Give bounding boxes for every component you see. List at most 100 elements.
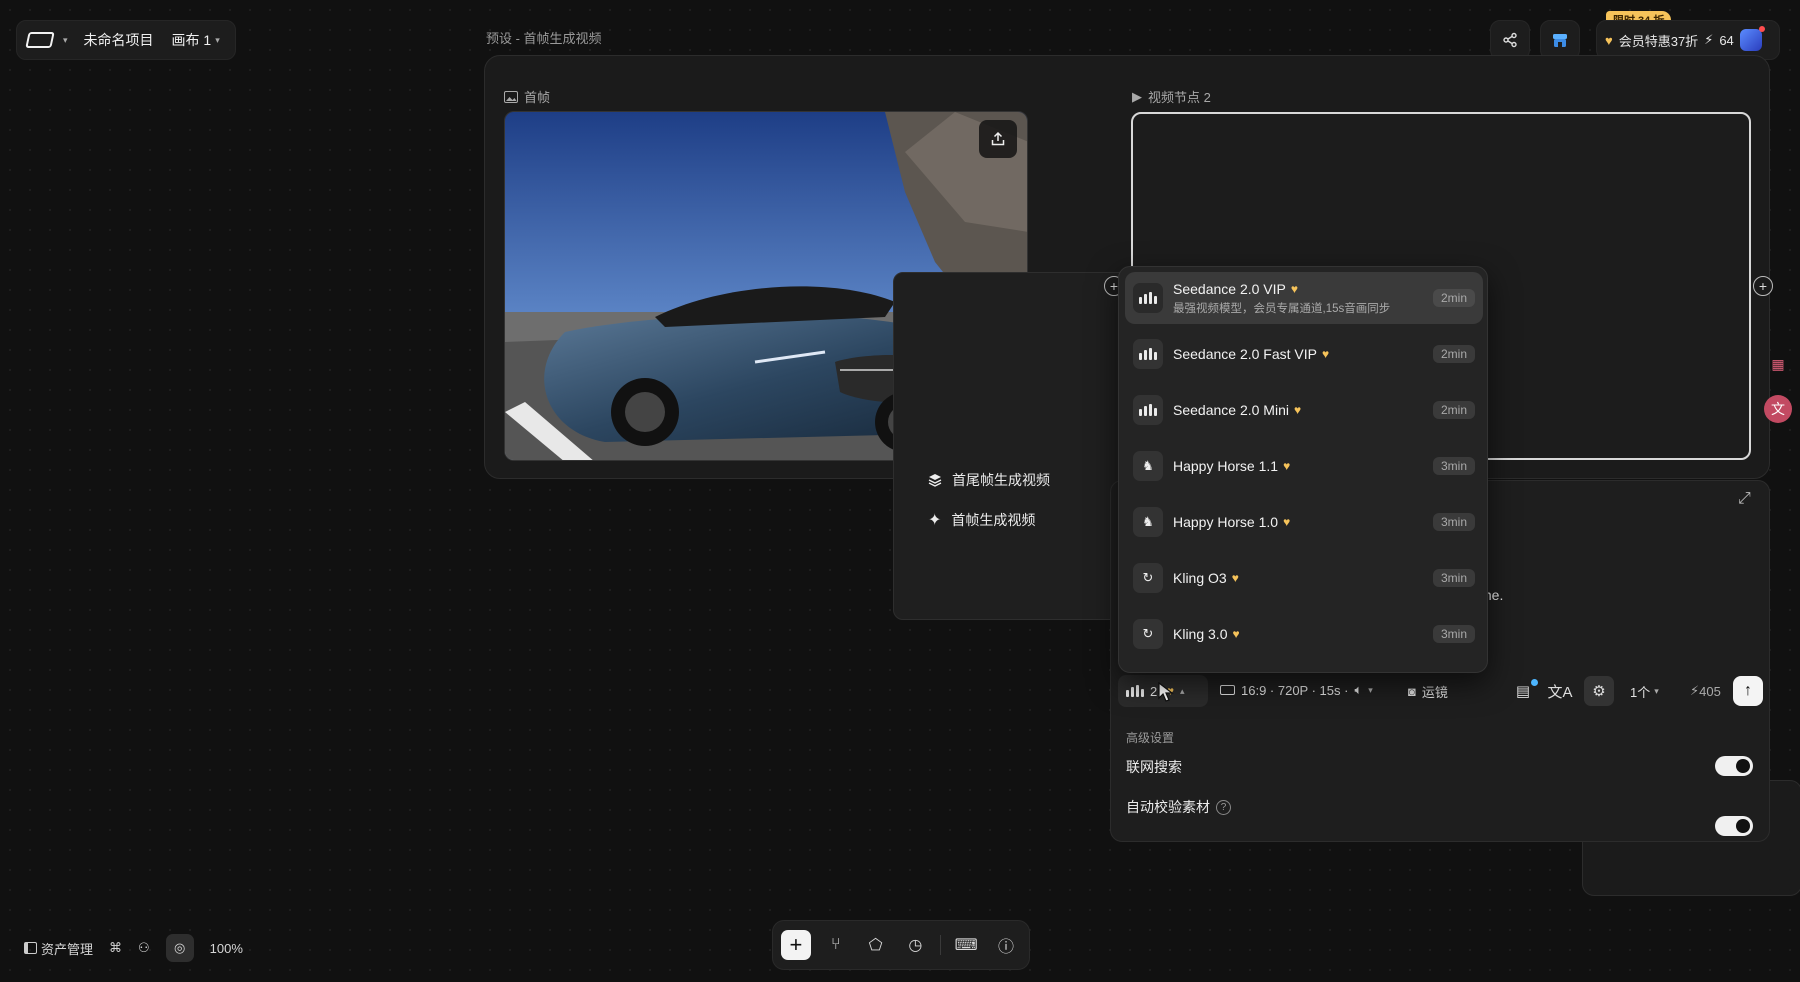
cost-indicator: ⚡ 405 — [1690, 676, 1721, 706]
model-option[interactable]: Seedance 2.0 Fast VIP ♥ 2min — [1125, 329, 1483, 379]
sliders-icon: ⚙︎ — [1592, 683, 1606, 700]
vip-heart-icon: ♥ — [1283, 515, 1291, 529]
share-button[interactable] — [1490, 20, 1530, 60]
store-button[interactable] — [1540, 20, 1580, 60]
model-option[interactable]: ♞ Happy Horse 1.0 ♥ 3min — [1125, 497, 1483, 547]
clock-icon: ◷ — [908, 937, 923, 954]
model-name: Seedance 2.0 Fast VIP — [1173, 346, 1317, 362]
bars-icon — [1133, 395, 1163, 425]
model-option[interactable]: ♞ Happy Horse 1.1 ♥ 3min — [1125, 441, 1483, 491]
bottom-dock: + ⑂ ⬠ ◷ ⌨ ⓘ — [772, 920, 1030, 970]
bottom-left-bar: 资产管理 ⌘ ⚇ ◎ 100% — [24, 934, 243, 962]
chevron-down-icon: ▾ — [1368, 684, 1373, 695]
apps-icon[interactable]: ▦ — [1764, 350, 1792, 378]
plus-icon: + — [789, 932, 803, 957]
project-name[interactable]: 未命名项目 — [84, 30, 154, 50]
vip-heart-icon: ♥ — [1283, 459, 1291, 473]
kling-icon: ↻ — [1133, 619, 1163, 649]
advanced-settings-title: 高级设置 — [1126, 731, 1175, 745]
vip-heart-icon: ♥ — [1290, 281, 1298, 296]
send-button[interactable]: ↑ — [1733, 676, 1763, 706]
document-plus-icon: ▤ — [1515, 683, 1531, 700]
video-node-title: 视频节点 2 — [1148, 90, 1211, 105]
aspect-ratio-icon — [1220, 685, 1235, 695]
count-selector[interactable]: 1个 ▾ — [1630, 676, 1659, 706]
vip-heart-icon: ♥ — [1232, 627, 1240, 641]
video-settings-selector[interactable]: 16:9 · 720P · 15s · 🔈︎ ▾ — [1220, 682, 1373, 698]
vip-heart-icon: ♥ — [1605, 32, 1613, 48]
model-option[interactable]: ↻ Kling 3.0 ♥ 3min — [1125, 609, 1483, 659]
menu-item-label: 首帧生成视频 — [951, 512, 1036, 528]
translate-button[interactable]: 文A — [1545, 676, 1575, 706]
model-option[interactable]: Seedance 2.0 VIP ♥ 最强视频模型，会员专属通道,15s音画同步 … — [1125, 272, 1483, 324]
model-name: Seedance 2.0 Mini — [1173, 402, 1289, 418]
menu-item-first-frame[interactable]: ✦ 首帧生成视频 — [928, 510, 1035, 530]
mute-icon: 🔈︎ — [1354, 682, 1363, 697]
arrow-up-icon: ↑ — [1744, 682, 1752, 699]
share-icon — [1503, 32, 1517, 48]
auto-check-label: 自动校验素材 — [1126, 799, 1210, 815]
web-search-row: 联网搜索 — [1126, 757, 1182, 777]
model-description: 最强视频模型，会员专属通道,15s音画同步 — [1173, 302, 1391, 315]
kling-icon: ↻ — [1133, 563, 1163, 593]
fingerprint-button[interactable]: ◎ — [165, 934, 194, 962]
video-node-label: ▶ 视频节点 2 — [1132, 87, 1211, 106]
model-time: 3min — [1432, 457, 1475, 475]
horse-icon: ♞ — [1133, 507, 1163, 537]
canvas-selector[interactable]: 画布 1 ▾ — [172, 30, 220, 50]
web-search-label: 联网搜索 — [1126, 759, 1182, 775]
web-search-toggle[interactable] — [1715, 756, 1753, 776]
notification-dot — [1758, 26, 1765, 32]
history-button[interactable]: ◷ — [900, 930, 930, 960]
chevron-down-icon: ▾ — [215, 34, 220, 45]
add-right-port-button[interactable]: + — [1753, 276, 1773, 296]
shapes-button[interactable]: ⬠ — [861, 930, 891, 960]
translate-app-icon[interactable]: 文 — [1764, 395, 1792, 423]
app-logo-icon[interactable] — [25, 32, 55, 48]
asset-manager-label: 资产管理 — [41, 941, 94, 957]
model-time: 3min — [1432, 569, 1475, 587]
vip-heart-icon: ♥ — [1321, 347, 1330, 361]
notification-dot — [1531, 679, 1538, 686]
cursor-icon — [1158, 682, 1174, 702]
zoom-level[interactable]: 100% — [210, 941, 243, 956]
camera-label: 运镜 — [1421, 685, 1448, 700]
image-node-title: 首帧 — [524, 90, 551, 105]
workflow-button[interactable]: ⑂ — [821, 930, 851, 960]
user-icon[interactable]: ⚇ — [138, 940, 150, 956]
group-title: 预设 - 首帧生成视频 — [486, 31, 602, 46]
model-name: Kling 3.0 — [1173, 626, 1228, 642]
help-icon[interactable]: ? — [1216, 799, 1231, 815]
model-option[interactable]: Seedance 2.0 Mini ♥ 2min — [1125, 385, 1483, 435]
add-node-button[interactable]: + — [781, 930, 811, 960]
fingerprint-icon: ◎ — [174, 940, 186, 955]
chevron-down-icon[interactable]: ▾ — [63, 35, 68, 46]
shapes-icon: ⬠ — [868, 937, 883, 954]
model-name: Happy Horse 1.0 — [1173, 514, 1279, 530]
credits-count: 64 — [1719, 32, 1734, 48]
advanced-settings-button[interactable]: ⚙︎ — [1584, 676, 1614, 706]
menu-item-first-last-frame[interactable]: 首尾帧生成视频 — [928, 470, 1050, 490]
create-menu-card — [893, 272, 1141, 620]
auto-check-row: 自动校验素材 ? — [1126, 797, 1231, 817]
help-icon: ⓘ — [998, 939, 1015, 956]
auto-check-toggle[interactable] — [1715, 816, 1753, 836]
keyboard-button[interactable]: ⌨ — [951, 930, 981, 960]
model-option[interactable]: ↻ Kling O3 ♥ 3min — [1125, 553, 1483, 603]
help-button[interactable]: ⓘ — [991, 930, 1021, 960]
layers-icon — [928, 474, 942, 487]
camera-icon: ◙ — [1408, 684, 1416, 699]
upload-button[interactable] — [979, 120, 1017, 158]
expand-icon[interactable]: ⤢ — [1738, 490, 1751, 508]
camera-motion-button[interactable]: ◙ 运镜 — [1408, 682, 1448, 701]
count-label: 1个 — [1630, 684, 1651, 700]
upload-icon — [991, 131, 1005, 146]
grid-icon[interactable]: ⌘ — [109, 940, 122, 956]
vip-bar[interactable]: ♥ 会员特惠37折 ⚡ 64 — [1596, 20, 1780, 60]
avatar[interactable] — [1739, 26, 1765, 51]
model-name: Happy Horse 1.1 — [1173, 458, 1279, 474]
asset-manager-button[interactable]: 资产管理 — [24, 939, 93, 958]
vip-text: 会员特惠37折 — [1618, 33, 1699, 49]
sparkle-icon: ✦ — [928, 512, 942, 529]
bars-icon — [1133, 339, 1163, 369]
